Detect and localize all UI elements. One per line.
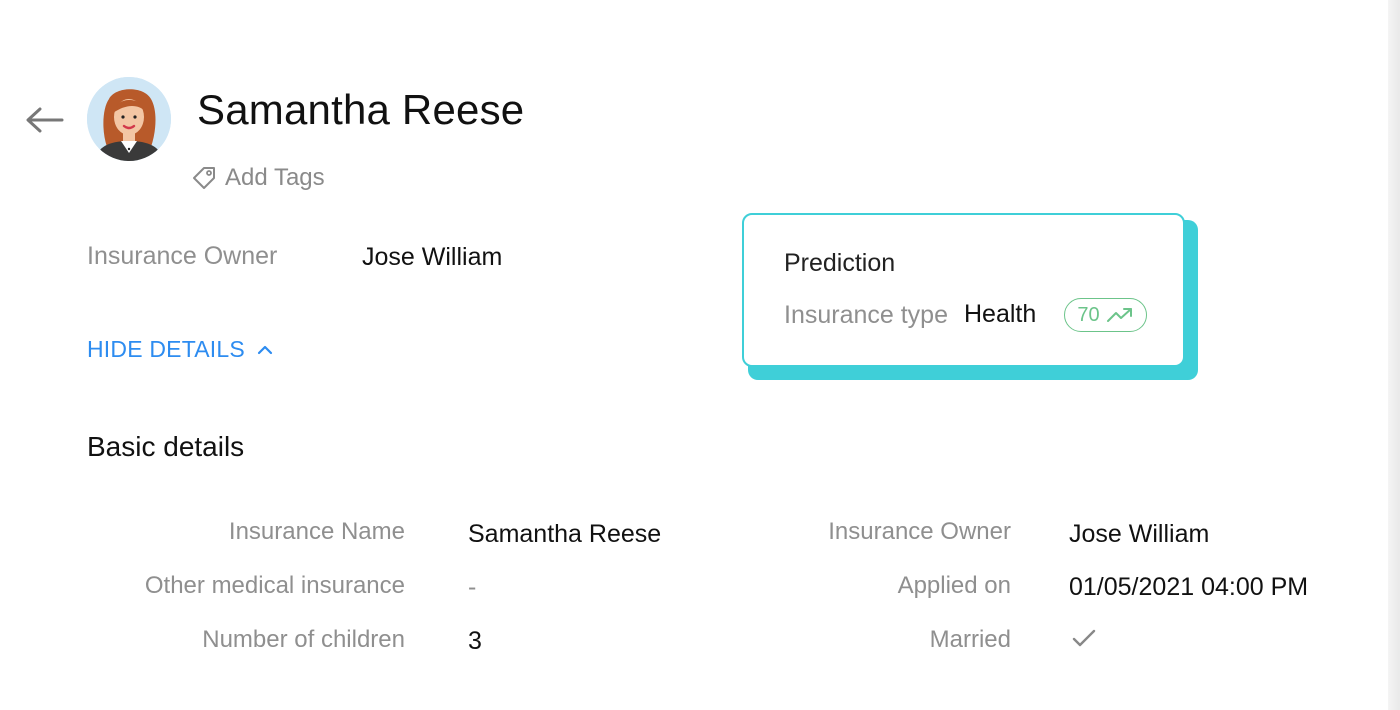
record-title: Samantha Reese (197, 86, 525, 133)
trending-up-icon (1106, 308, 1132, 322)
number-of-children-label: Number of children (202, 626, 405, 653)
prediction-score: 70 (1077, 303, 1100, 326)
check-icon (1072, 629, 1096, 647)
prediction-score-badge: 70 (1064, 298, 1147, 332)
basic-details-heading: Basic details (87, 431, 245, 462)
hide-details-label: HIDE DETAILS (87, 336, 245, 362)
other-medical-insurance-label: Other medical insurance (144, 572, 405, 599)
add-tags-label: Add Tags (225, 164, 325, 191)
chevron-up-icon (257, 345, 273, 354)
applied-on-label: Applied on (897, 572, 1011, 599)
details-insurance-owner-value: Jose William (1069, 520, 1210, 548)
tag-icon (193, 167, 215, 189)
page-edge (1388, 0, 1400, 710)
prediction-insurance-type-value: Health (964, 300, 1037, 328)
insurance-owner-value: Jose William (362, 243, 503, 271)
insurance-name-label: Insurance Name (228, 518, 405, 545)
applied-on-value: 01/05/2021 04:00 PM (1069, 573, 1309, 601)
avatar (87, 77, 171, 161)
arrow-left-icon (26, 107, 64, 133)
insurance-name-value: Samantha Reese (468, 520, 662, 548)
married-label: Married (929, 626, 1011, 653)
back-button[interactable] (22, 100, 66, 140)
details-insurance-owner-label: Insurance Owner (828, 518, 1011, 545)
other-medical-insurance-value: - (468, 573, 477, 601)
prediction-card: Prediction Insurance type Health 70 (742, 213, 1185, 367)
number-of-children-value: 3 (468, 627, 482, 655)
hide-details-toggle[interactable]: HIDE DETAILS (87, 336, 273, 363)
record-detail-page: Samantha Reese Add Tags Insurance Owner … (0, 0, 1388, 710)
add-tags-button[interactable]: Add Tags (191, 162, 325, 194)
prediction-insurance-type-label: Insurance type (784, 301, 948, 329)
prediction-title: Prediction (784, 249, 896, 277)
insurance-owner-label: Insurance Owner (87, 242, 278, 270)
